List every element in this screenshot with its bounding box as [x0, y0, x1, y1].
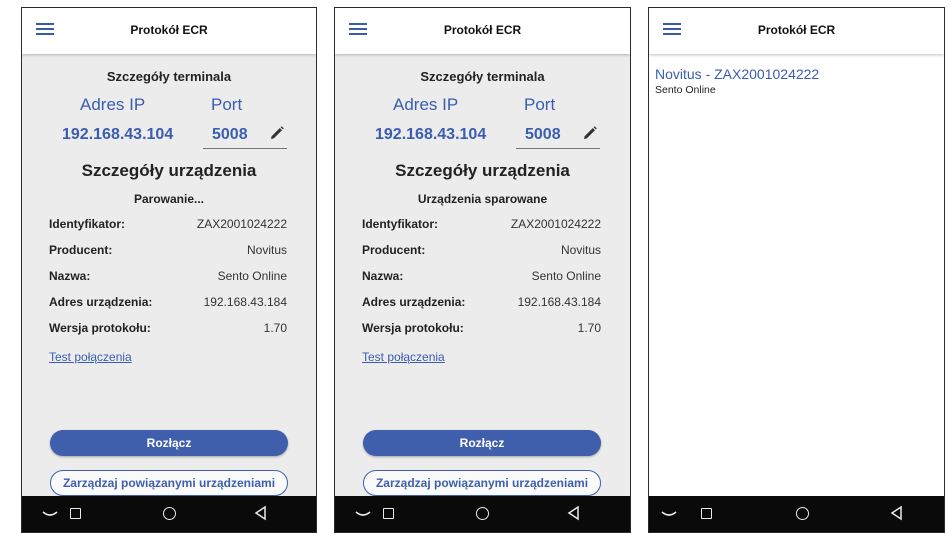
system-nav-bar: [649, 496, 944, 532]
nav-recent-icon[interactable]: [701, 508, 712, 519]
detail-label: Nazwa:: [362, 269, 404, 283]
ip-value: 192.168.43.104: [375, 126, 487, 143]
detail-row-address: Adres urządzenia: 192.168.43.184: [49, 295, 287, 321]
ip-value: 192.168.43.104: [62, 126, 174, 143]
nav-home-icon[interactable]: [163, 507, 176, 520]
phone-screen-device-list: Protokół ECR Novitus - ZAX2001024222 Sen…: [648, 7, 945, 533]
nav-triangle-icon[interactable]: [889, 505, 905, 521]
terminal-details-content: Szczegóły terminala Adres IP Port 192.16…: [335, 54, 630, 496]
detail-row-name: Nazwa: Sento Online: [362, 269, 601, 295]
test-connection-link[interactable]: Test połączenia: [49, 350, 132, 364]
nav-recent-icon[interactable]: [70, 508, 81, 519]
detail-value: 192.168.43.184: [203, 295, 287, 309]
system-nav-bar: [22, 496, 316, 532]
terminal-section-title: Szczegóły terminala: [420, 69, 545, 84]
detail-label: Adres urządzenia:: [362, 295, 466, 309]
nav-back-icon[interactable]: [40, 504, 60, 524]
pencil-icon[interactable]: [582, 125, 598, 141]
detail-value: ZAX2001024222: [510, 217, 601, 231]
detail-label: Adres urządzenia:: [49, 295, 153, 309]
detail-row-name: Nazwa: Sento Online: [49, 269, 287, 295]
list-item-title: Novitus - ZAX2001024222: [655, 66, 820, 82]
port-field[interactable]: 5008: [203, 120, 287, 149]
ip-label: Adres IP: [80, 95, 146, 114]
port-value[interactable]: 5008: [212, 126, 248, 144]
list-item-subtitle: Sento Online: [655, 84, 716, 96]
phone-screen-paired: Protokół ECR Szczegóły terminala Adres I…: [334, 7, 631, 533]
pairing-status: Urządzenia sparowane: [417, 192, 548, 206]
device-details-table: Identyfikator: ZAX2001024222 Producent: No…: [362, 217, 601, 347]
detail-value: Sento Online: [531, 269, 601, 283]
device-section-title: Szczegóły urządzenia: [81, 161, 257, 180]
app-title: Protokół ECR: [130, 23, 208, 37]
detail-row-producer: Producent: Novitus: [49, 243, 287, 269]
nav-back-icon[interactable]: [353, 504, 373, 524]
list-item[interactable]: Novitus - ZAX2001024222 Sento Online: [655, 66, 938, 106]
system-nav-bar: [335, 496, 630, 532]
detail-row-protocol: Wersja protokołu: 1.70: [362, 321, 601, 347]
device-list: Novitus - ZAX2001024222 Sento Online: [649, 54, 944, 496]
app-bar: Protokół ECR: [335, 8, 630, 54]
detail-label: Wersja protokołu:: [49, 321, 151, 335]
detail-row-identifier: Identyfikator: ZAX2001024222: [49, 217, 287, 243]
detail-value: 1.70: [263, 321, 287, 335]
detail-label: Identyfikator:: [362, 217, 439, 231]
detail-value: ZAX2001024222: [196, 217, 287, 231]
app-bar: Protokół ECR: [22, 8, 316, 54]
device-details-table: Identyfikator: ZAX2001024222 Producent: No…: [49, 217, 287, 347]
detail-row-protocol: Wersja protokołu: 1.70: [49, 321, 287, 347]
nav-back-icon[interactable]: [659, 504, 679, 524]
terminal-details-content: Szczegóły terminala Adres IP Port 192.16…: [22, 54, 316, 496]
pairing-status: Parowanie...: [133, 192, 205, 206]
detail-value: Novitus: [246, 243, 287, 257]
terminal-section-title: Szczegóły terminala: [106, 69, 232, 84]
app-title: Protokół ECR: [757, 23, 836, 37]
detail-label: Identyfikator:: [49, 217, 126, 231]
port-field[interactable]: 5008: [516, 120, 600, 149]
nav-triangle-icon[interactable]: [253, 505, 269, 521]
nav-triangle-icon[interactable]: [566, 505, 582, 521]
pencil-icon[interactable]: [269, 125, 285, 141]
nav-recent-icon[interactable]: [383, 508, 394, 519]
test-connection-link[interactable]: Test połączenia: [362, 350, 445, 364]
nav-home-icon[interactable]: [476, 507, 489, 520]
detail-value: 1.70: [577, 321, 601, 335]
ip-label: Adres IP: [393, 95, 459, 114]
port-label: Port: [524, 95, 556, 114]
disconnect-button[interactable]: Rozłącz: [363, 430, 601, 456]
device-section-title: Szczegóły urządzenia: [395, 161, 570, 180]
manage-devices-button[interactable]: Zarządzaj powiązanymi urządzeniami: [50, 470, 288, 496]
port-label: Port: [211, 95, 243, 114]
detail-row-address: Adres urządzenia: 192.168.43.184: [362, 295, 601, 321]
detail-row-producer: Producent: Novitus: [362, 243, 601, 269]
nav-home-icon[interactable]: [796, 507, 809, 520]
detail-label: Producent:: [362, 243, 426, 257]
manage-devices-button[interactable]: Zarządzaj powiązanymi urządzeniami: [363, 470, 601, 496]
phone-screen-pairing: Protokół ECR Szczegóły terminala Adres I…: [21, 7, 317, 533]
detail-value: Sento Online: [217, 269, 287, 283]
disconnect-button[interactable]: Rozłącz: [50, 430, 288, 456]
detail-label: Wersja protokołu:: [362, 321, 464, 335]
detail-value: Novitus: [560, 243, 601, 257]
app-title: Protokół ECR: [443, 23, 522, 37]
app-bar: Protokół ECR: [649, 8, 944, 54]
port-value[interactable]: 5008: [525, 126, 561, 144]
detail-label: Nazwa:: [49, 269, 91, 283]
detail-label: Producent:: [49, 243, 113, 257]
detail-value: 192.168.43.184: [517, 295, 601, 309]
detail-row-identifier: Identyfikator: ZAX2001024222: [362, 217, 601, 243]
